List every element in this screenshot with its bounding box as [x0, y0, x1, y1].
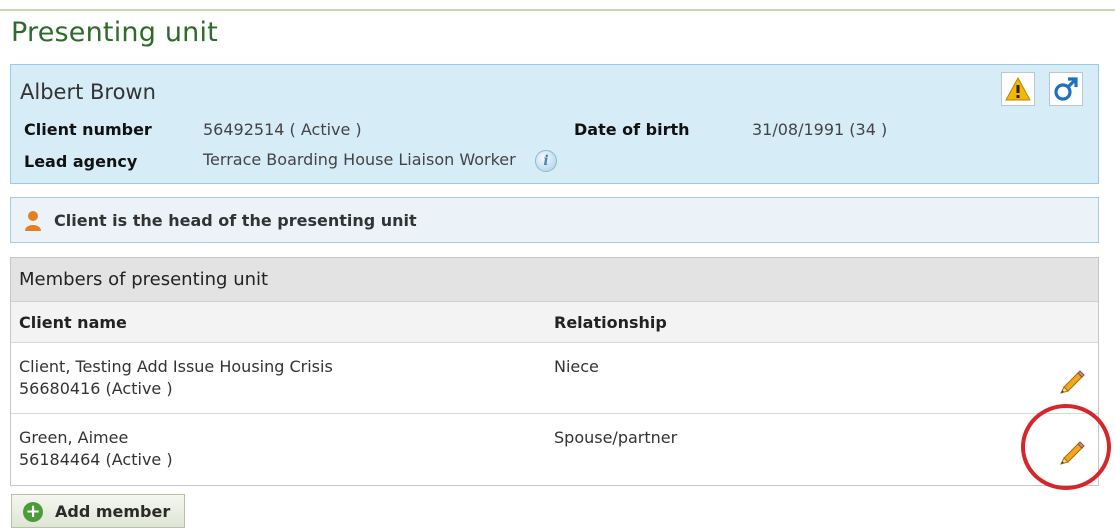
info-icon[interactable]: i	[535, 150, 557, 172]
highlight-annotation-circle	[1021, 404, 1111, 490]
member-number: 56184464 (Active )	[19, 450, 173, 469]
client-number-value: 56492514 ( Active )	[203, 120, 362, 139]
dob-label: Date of birth	[574, 120, 690, 139]
member-name: Green, Aimee	[19, 428, 129, 447]
head-of-unit-banner: Client is the head of the presenting uni…	[10, 197, 1099, 243]
members-heading-text: Members of presenting unit	[19, 269, 269, 290]
dob-value: 31/08/1991 (34 )	[752, 120, 888, 139]
member-name: Client, Testing Add Issue Housing Crisis	[19, 357, 333, 376]
lead-agency-value: Terrace Boarding House Liaison Worker	[203, 150, 516, 169]
members-heading: Members of presenting unit	[11, 258, 1098, 302]
client-name: Albert Brown	[20, 80, 156, 104]
table-header-row: Client name Relationship	[11, 302, 1098, 343]
member-relationship: Spouse/partner	[554, 428, 678, 447]
person-icon	[25, 211, 41, 231]
add-plus-icon: +	[23, 502, 43, 522]
member-number: 56680416 (Active )	[19, 379, 173, 398]
top-divider	[0, 9, 1115, 11]
gender-button[interactable]	[1049, 72, 1083, 106]
warning-button[interactable]	[1001, 72, 1035, 106]
column-header-client-name: Client name	[19, 313, 127, 332]
client-summary-panel: Albert Brown Client number 56492514 ( Ac…	[10, 64, 1099, 184]
head-of-unit-text: Client is the head of the presenting uni…	[54, 211, 417, 230]
edit-pencil-icon[interactable]	[1056, 365, 1086, 395]
table-row: Green, Aimee 56184464 (Active ) Spouse/p…	[11, 414, 1098, 485]
table-row: Client, Testing Add Issue Housing Crisis…	[11, 343, 1098, 414]
client-number-label: Client number	[24, 120, 152, 139]
lead-agency-label: Lead agency	[24, 152, 138, 171]
male-gender-icon	[1054, 77, 1078, 101]
member-relationship: Niece	[554, 357, 599, 376]
page-title: Presenting unit	[11, 17, 218, 48]
warning-icon	[1005, 77, 1031, 101]
add-member-button[interactable]: + Add member	[11, 494, 185, 528]
members-table: Members of presenting unit Client name R…	[10, 257, 1099, 486]
column-header-relationship: Relationship	[554, 313, 667, 332]
add-member-label: Add member	[55, 502, 171, 521]
